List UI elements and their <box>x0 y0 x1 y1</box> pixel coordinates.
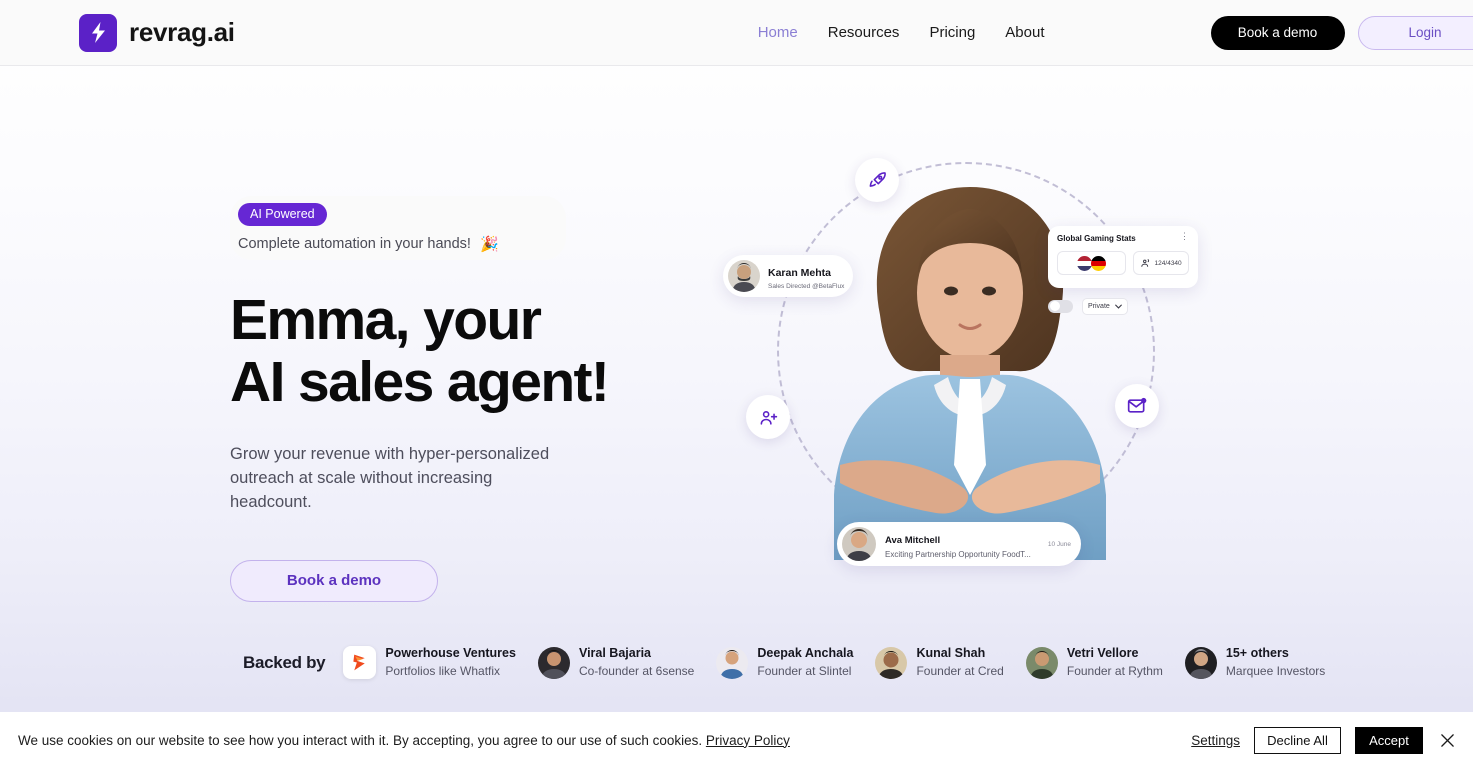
visibility-value: Private <box>1088 302 1110 310</box>
investor-name: Deepak Anchala <box>757 646 854 660</box>
avatar <box>875 646 908 679</box>
page-title: Emma, your AI sales agent! <box>230 288 650 414</box>
investor-name: 15+ others <box>1225 646 1289 660</box>
avatar <box>537 646 570 679</box>
investor-name: Kunal Shah <box>916 646 986 660</box>
nav-item-home[interactable]: Home <box>758 24 798 41</box>
privacy-policy-link[interactable]: Privacy Policy <box>706 733 790 748</box>
contact-card-text: Karan Mehta Sales Directed @BetaFlux <box>768 263 844 290</box>
investor-name: Powerhouse Ventures <box>385 646 516 660</box>
hero-title-line-2: AI sales agent! <box>230 349 610 414</box>
chevron-down-icon <box>1114 304 1122 309</box>
close-icon[interactable] <box>1437 730 1457 750</box>
nav-item-about[interactable]: About <box>1005 24 1044 41</box>
cookie-actions: Settings Decline All Accept <box>1191 726 1457 754</box>
decline-all-button[interactable]: Decline All <box>1254 726 1341 754</box>
avatar <box>1184 646 1217 679</box>
investor-text: Viral Bajaria Co-founder at 6sense <box>579 646 694 680</box>
investor-item: Kunal Shah Founder at Cred <box>875 646 1004 680</box>
site-header: revrag.ai Home Resources Pricing About B… <box>0 0 1473 66</box>
email-date: 10 June <box>1047 540 1071 548</box>
investor-role: Founder at Cred <box>916 663 1004 678</box>
investor-name: Vetri Vellore <box>1066 646 1139 660</box>
hero-book-demo-button[interactable]: Book a demo <box>230 559 438 602</box>
accept-button[interactable]: Accept <box>1355 726 1423 754</box>
hero-subtitle: Grow your revenue with hyper-personalize… <box>230 445 550 511</box>
investor-item: Vetri Vellore Founder at Rythm <box>1025 646 1163 680</box>
investor-role: Co-founder at 6sense <box>578 663 695 678</box>
email-subject: Exciting Partnership Opportunity FoodT..… <box>885 549 1031 559</box>
avatar <box>842 527 876 561</box>
hero-badge: AI Powered Complete automation in your h… <box>230 196 566 260</box>
brand-logo[interactable]: revrag.ai <box>79 13 235 52</box>
contact-name: Karan Mehta <box>768 266 832 279</box>
germany-flag-icon <box>1091 255 1107 271</box>
members-count-box: 124/4340 <box>1133 251 1189 275</box>
country-flags <box>1057 251 1127 275</box>
email-preview-card[interactable]: Ava Mitchell Exciting Partnership Opport… <box>837 522 1081 566</box>
party-popper-icon: 🎉 <box>479 236 499 253</box>
investor-text: 15+ others Marquee Investors <box>1226 646 1325 680</box>
avatar <box>716 646 749 679</box>
header-actions: Book a demo Login <box>1210 15 1473 50</box>
rocket-icon <box>855 158 899 202</box>
cookie-consent-banner: We use cookies on our website to see how… <box>0 712 1473 768</box>
email-sender-name: Ava Mitchell <box>885 534 941 546</box>
contact-card[interactable]: Karan Mehta Sales Directed @BetaFlux <box>723 255 853 297</box>
people-icon <box>1140 259 1149 267</box>
emma-portrait-image <box>810 165 1130 560</box>
main-nav: Home Resources Pricing About <box>758 24 1045 41</box>
hero-content: AI Powered Complete automation in your h… <box>230 196 650 602</box>
avatar <box>728 260 760 292</box>
mail-notification-icon <box>1115 384 1159 428</box>
members-count: 124/4340 <box>1154 259 1182 267</box>
cookie-settings-link[interactable]: Settings <box>1191 733 1240 748</box>
add-user-icon <box>746 395 790 439</box>
investor-role: Founder at Rythm <box>1066 663 1163 678</box>
investor-item: Powerhouse Ventures Portfolios like What… <box>343 646 516 680</box>
investor-text: Powerhouse Ventures Portfolios like What… <box>385 646 516 680</box>
hero-badge-text: Complete automation in your hands! <box>238 236 471 252</box>
hero-illustration: Karan Mehta Sales Directed @BetaFlux Glo… <box>715 140 1235 590</box>
investor-role: Marquee Investors <box>1225 663 1326 678</box>
kebab-menu-icon[interactable]: ⋮ <box>1180 231 1189 241</box>
header-book-demo-button[interactable]: Book a demo <box>1210 15 1345 50</box>
email-preview-text: Ava Mitchell Exciting Partnership Opport… <box>885 530 1031 559</box>
investor-role: Founder at Slintel <box>757 663 852 678</box>
cookie-message-text: We use cookies on our website to see how… <box>18 732 703 748</box>
investor-role: Portfolios like Whatfix <box>385 663 501 678</box>
investor-item: 15+ others Marquee Investors <box>1184 646 1325 680</box>
brand-name: revrag.ai <box>129 17 235 47</box>
cookie-message: We use cookies on our website to see how… <box>18 733 790 748</box>
contact-role: Sales Directed @BetaFlux <box>768 282 845 290</box>
nav-item-resources[interactable]: Resources <box>828 24 900 41</box>
visibility-select[interactable]: Private <box>1082 297 1128 315</box>
backed-by-section: Backed by Powerhouse Ventures Portfolios… <box>243 646 1325 680</box>
investor-item: Deepak Anchala Founder at Slintel <box>716 646 853 680</box>
ai-powered-badge: AI Powered <box>238 203 327 226</box>
investor-text: Vetri Vellore Founder at Rythm <box>1067 646 1163 680</box>
avatar <box>1025 646 1058 679</box>
nav-item-pricing[interactable]: Pricing <box>929 24 975 41</box>
hero-title-line-1: Emma, your <box>230 288 542 352</box>
investor-list: Powerhouse Ventures Portfolios like What… <box>343 646 1325 680</box>
investor-text: Deepak Anchala Founder at Slintel <box>757 646 853 680</box>
investor-item: Viral Bajaria Co-founder at 6sense <box>537 646 694 680</box>
united-states-flag-icon <box>1077 255 1093 271</box>
stats-card[interactable]: Global Gaming Stats ⋮ 124/4340 <box>1048 226 1198 288</box>
stats-card-body: 124/4340 <box>1057 251 1189 275</box>
powerhouse-ventures-logo-icon <box>343 646 377 680</box>
backed-by-label: Backed by <box>243 652 326 672</box>
privacy-row: Private <box>1048 295 1158 317</box>
stats-card-title: Global Gaming Stats <box>1057 234 1136 243</box>
investor-name: Viral Bajaria <box>578 646 651 660</box>
login-button[interactable]: Login <box>1357 15 1473 50</box>
stats-card-header: Global Gaming Stats ⋮ <box>1057 231 1189 243</box>
visibility-toggle[interactable] <box>1048 299 1073 313</box>
investor-text: Kunal Shah Founder at Cred <box>916 646 1003 680</box>
revrag-bolt-icon <box>79 13 117 52</box>
